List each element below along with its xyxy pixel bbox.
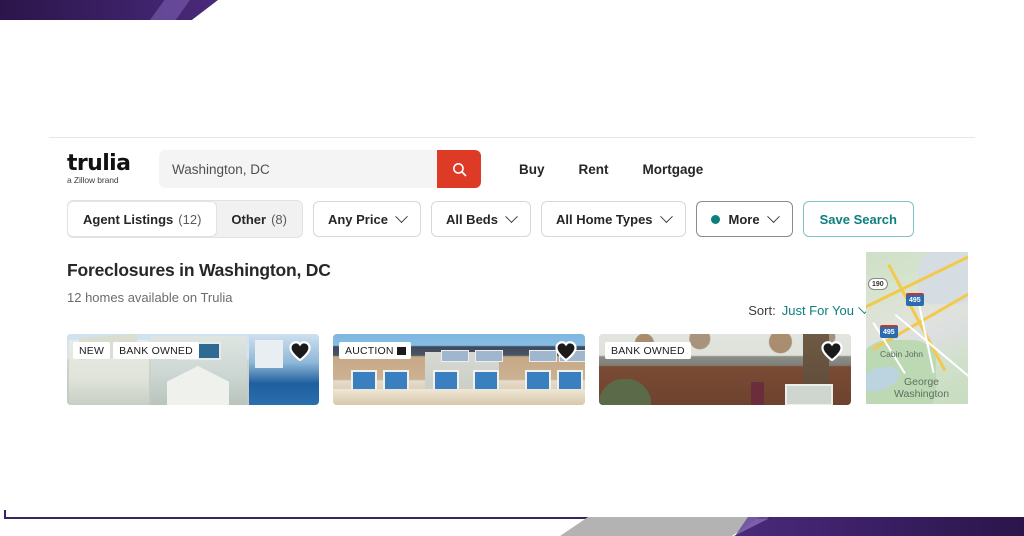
filter-more-label: More <box>728 211 760 227</box>
badge-new: NEW <box>73 342 111 360</box>
primary-nav: Buy Rent Mortgage <box>519 162 703 177</box>
chevron-down-icon <box>395 209 408 223</box>
logo-wordmark: trulia <box>67 151 131 177</box>
slide-decoration-bottom-purple <box>734 517 1024 536</box>
filter-bar: Agent Listings (12) Other (8) Any Price … <box>67 200 914 238</box>
filter-all-beds[interactable]: All Beds <box>430 201 531 237</box>
save-search-label: Save Search <box>819 211 897 227</box>
nav-link-rent[interactable]: Rent <box>579 162 609 177</box>
heart-icon <box>821 341 843 361</box>
listing-badges: BANK OWNED <box>605 342 691 360</box>
tab-other-label: Other <box>231 211 267 227</box>
map-label-cabin-john: Cabin John <box>880 349 924 359</box>
map-interstate-shield-495: 495 <box>880 325 898 338</box>
listing-source-segmented-control: Agent Listings (12) Other (8) <box>67 200 303 238</box>
map-label-george: George <box>904 376 940 388</box>
filter-any-price[interactable]: Any Price <box>312 201 421 237</box>
map-panel[interactable]: 190 495 495 Cabin John George Washington <box>866 252 968 404</box>
photo-gallery-icon <box>396 347 406 356</box>
nav-link-buy[interactable]: Buy <box>519 162 545 177</box>
results-count-subtitle: 12 homes available on Trulia <box>67 290 233 305</box>
favorite-button[interactable] <box>554 340 578 362</box>
trulia-page-card: trulia a Zillow brand Buy Rent Mortgage … <box>49 137 975 413</box>
chevron-down-icon <box>766 209 780 223</box>
filter-more[interactable]: More <box>695 201 793 237</box>
search-bar[interactable] <box>159 150 481 188</box>
save-search-button[interactable]: Save Search <box>802 201 914 237</box>
search-input[interactable] <box>159 150 429 188</box>
sort-value: Just For You <box>781 303 854 318</box>
filter-any-price-label: Any Price <box>327 211 388 227</box>
listing-card[interactable]: BANK OWNED <box>599 334 851 405</box>
nav-link-mortgage[interactable]: Mortgage <box>643 162 704 177</box>
filter-all-beds-label: All Beds <box>445 211 498 227</box>
sort-control[interactable]: Sort: Just For You <box>748 301 871 318</box>
trulia-logo[interactable]: trulia a Zillow brand <box>67 153 145 185</box>
tab-other[interactable]: Other (8) <box>216 202 302 236</box>
map-route-shield-190: 190 <box>868 278 888 290</box>
map-interstate-shield-495: 495 <box>906 293 924 306</box>
listing-badges: NEW BANK OWNED <box>73 342 199 360</box>
tab-other-count: (8) <box>271 211 287 227</box>
chevron-down-icon <box>659 209 673 223</box>
listing-results-row: NEW BANK OWNED AUCTION BANK OWNED <box>67 334 851 405</box>
active-filter-dot-icon <box>710 214 720 224</box>
badge-auction: AUCTION <box>339 342 411 360</box>
tab-agent-listings[interactable]: Agent Listings (12) <box>68 202 217 236</box>
results-header: Foreclosures in Washington, DC 12 homes … <box>67 260 331 305</box>
badge-bank-owned: BANK OWNED <box>113 342 199 360</box>
heart-icon <box>289 341 311 361</box>
tab-agent-listings-label: Agent Listings <box>83 211 174 227</box>
page-title: Foreclosures in Washington, DC <box>67 260 331 280</box>
badge-bank-owned: BANK OWNED <box>605 342 691 360</box>
logo-tagline: a Zillow brand <box>67 175 119 186</box>
tab-agent-listings-count: (12) <box>178 211 202 227</box>
listing-card[interactable]: AUCTION <box>333 334 585 405</box>
chevron-down-icon <box>505 209 518 223</box>
filter-all-home-types[interactable]: All Home Types <box>540 201 686 237</box>
search-icon <box>452 162 466 176</box>
favorite-button[interactable] <box>820 340 844 362</box>
sort-label: Sort: <box>748 303 776 318</box>
favorite-button[interactable] <box>288 340 312 362</box>
listing-badges: AUCTION <box>339 342 411 360</box>
slide-decoration-bottom-gray <box>560 517 760 536</box>
search-submit-button[interactable] <box>437 150 481 188</box>
heart-icon <box>555 341 577 361</box>
map-label-washington: Washington <box>894 388 950 400</box>
site-header: trulia a Zillow brand Buy Rent Mortgage <box>67 146 957 192</box>
badge-auction-label: AUCTION <box>345 345 394 357</box>
listing-card[interactable]: NEW BANK OWNED <box>67 334 319 405</box>
filter-all-home-types-label: All Home Types <box>555 211 653 227</box>
